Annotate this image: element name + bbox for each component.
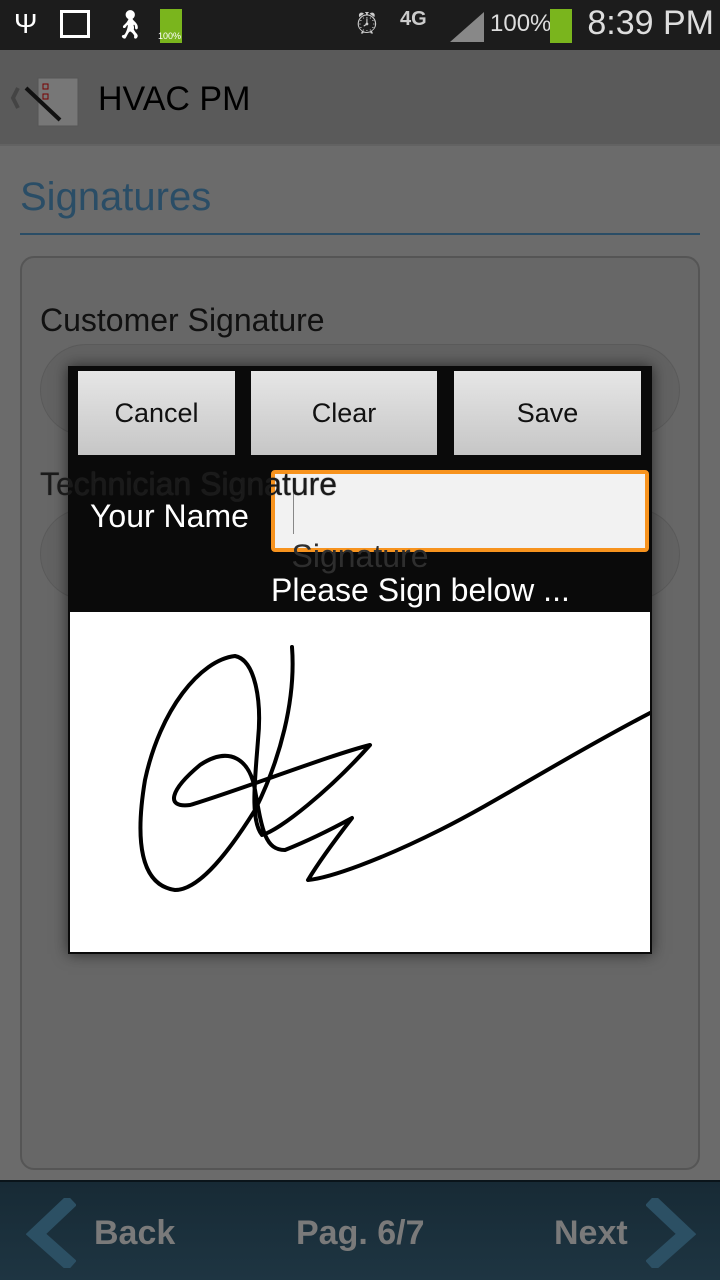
technician-signature-label: Technician Signature (40, 466, 338, 502)
alarm-icon: ⏰︎ (356, 8, 378, 39)
battery-icon (550, 9, 572, 43)
back-chevron-icon[interactable] (26, 1198, 76, 1268)
page-indicator: Pag. 6/7 (296, 1214, 425, 1252)
image-icon (60, 10, 90, 38)
signature-stroke (138, 645, 652, 892)
technician-signature-button-label[interactable]: Signature (40, 538, 680, 575)
app-logo-icon[interactable] (10, 74, 86, 130)
your-name-label: Your Name (90, 498, 249, 534)
customer-signature-label: Customer Signature (40, 302, 325, 338)
walking-icon: 🚶︎ (112, 9, 148, 40)
save-button[interactable]: Save (454, 371, 641, 455)
signature-dialog: Cancel Clear Save Your Name Please Sign … (68, 366, 652, 954)
next-button[interactable]: Next (554, 1214, 628, 1253)
back-button[interactable]: Back (94, 1214, 175, 1253)
title-divider (20, 233, 700, 235)
4g-lte-icon: 4G (400, 8, 427, 30)
status-bar: Ψ 🚶︎ 100% ⏰︎ 4G 100% 8:39 PM (0, 0, 720, 50)
action-bar: HVAC PM (0, 50, 720, 146)
bottom-nav: Back Pag. 6/7 Next (0, 1180, 720, 1280)
signature-pad[interactable] (70, 612, 652, 952)
clear-button[interactable]: Clear (251, 371, 437, 455)
signal-icon (450, 12, 484, 42)
battery-icon: 100% (158, 9, 182, 43)
page-title: Signatures (20, 175, 212, 219)
sign-hint: Please Sign below ... (271, 572, 570, 608)
cancel-button[interactable]: Cancel (78, 371, 235, 455)
app-title: HVAC PM (98, 80, 251, 118)
usb-icon: Ψ (14, 8, 38, 39)
next-chevron-icon[interactable] (646, 1198, 696, 1268)
